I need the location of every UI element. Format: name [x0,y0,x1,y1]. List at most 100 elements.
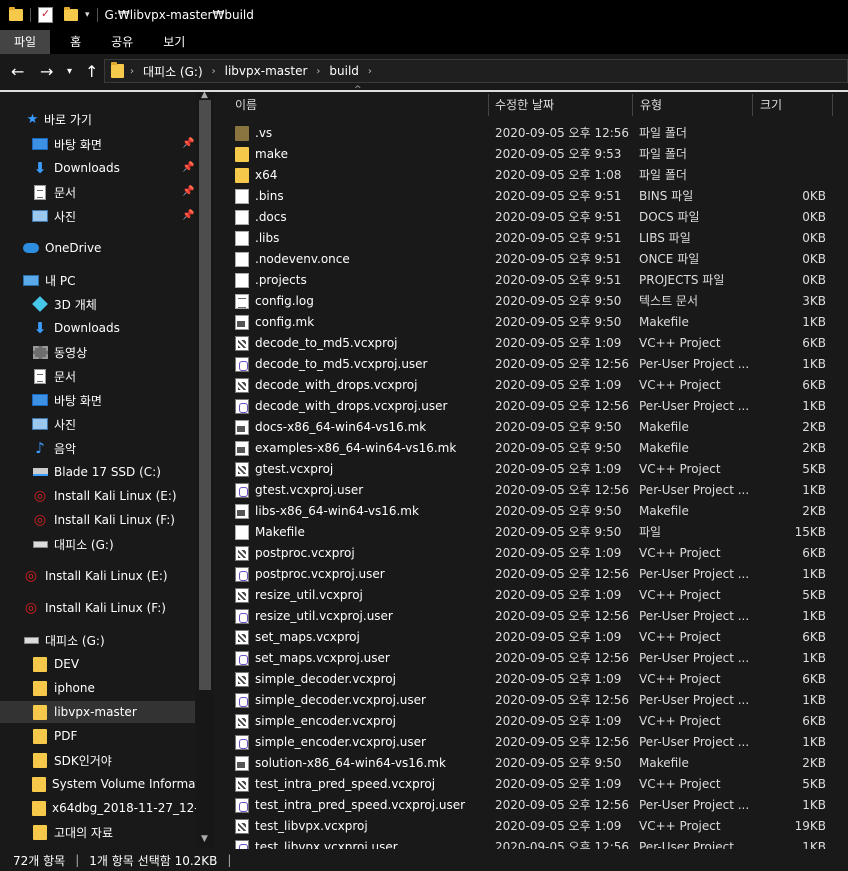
sidebar-item-sdk[interactable]: SDK인거야 [32,749,112,771]
sidebar-item-music[interactable]: ♪ 음악 [32,437,76,459]
file-row[interactable]: simple_decoder.vcxproj 2020-09-05 오후 1:09… [214,669,848,690]
file-row[interactable]: libs-x86_64-win64-vs16.mk 2020-09-05 오후 9… [214,501,848,522]
sidebar-item-libvpx-master[interactable]: libvpx-master [0,701,195,723]
sidebar-item-shelter-g[interactable]: 대피소 (G:) [23,629,105,651]
column-divider[interactable] [488,94,489,116]
tab-view[interactable]: 보기 [149,30,199,54]
column-divider[interactable] [752,94,753,116]
file-row[interactable]: simple_encoder.vcxproj 2020-09-05 오후 1:09… [214,711,848,732]
chevron-right-icon[interactable]: › [316,66,320,77]
chevron-right-icon[interactable]: › [130,66,134,77]
pin-icon[interactable]: 📌 [182,138,194,149]
sidebar-item-desktop[interactable]: 바탕 화면 [32,133,102,155]
recent-locations-chevron-icon[interactable]: ▾ [67,66,72,77]
sidebar-item-drive-f[interactable]: ◎ Install Kali Linux (F:) [32,509,175,531]
file-row[interactable]: decode_to_md5.vcxproj 2020-09-05 오후 1:09 V… [214,333,848,354]
sidebar-item-documents-pc[interactable]: 문서 [32,365,76,387]
file-row[interactable]: .libs 2020-09-05 오후 9:51 LIBS 파일 0KB [214,228,848,249]
file-row[interactable]: .vs 2020-09-05 오후 12:56 파일 폴더 [214,123,848,144]
file-row[interactable]: test_libvpx.vcxproj 2020-09-05 오후 1:09 VC+… [214,816,848,837]
sidebar-item-downloads-pc[interactable]: ⬇ Downloads [32,317,120,339]
pin-icon[interactable]: 📌 [182,162,194,173]
column-type[interactable]: 유형 [640,92,662,118]
scrollbar-thumb[interactable] [199,100,211,690]
column-size[interactable]: 크기 [760,92,782,118]
breadcrumb-libvpx[interactable]: libvpx-master [225,64,308,78]
file-row[interactable]: Makefile 2020-09-05 오후 9:50 파일 15KB [214,522,848,543]
file-row[interactable]: set_maps.vcxproj 2020-09-05 오후 1:09 VC++ P… [214,627,848,648]
file-row[interactable]: set_maps.vcxproj.user 2020-09-05 오후 12:56… [214,648,848,669]
sidebar-item-system-volume[interactable]: System Volume Informatic [32,773,196,795]
file-row[interactable]: postproc.vcxproj 2020-09-05 오후 1:09 VC++ P… [214,543,848,564]
file-row[interactable]: make 2020-09-05 오후 9:53 파일 폴더 [214,144,848,165]
column-name[interactable]: 이름 [235,92,257,118]
new-folder-icon[interactable] [64,7,78,21]
file-row[interactable]: .bins 2020-09-05 오후 9:51 BINS 파일 0KB [214,186,848,207]
tab-file[interactable]: 파일 [0,30,51,54]
chevron-right-icon[interactable]: › [212,66,216,77]
file-row[interactable]: config.mk 2020-09-05 오후 9:50 Makefile 1KB [214,312,848,333]
file-row[interactable]: docs-x86_64-win64-vs16.mk 2020-09-05 오후 9… [214,417,848,438]
tab-home[interactable]: 홈 [56,30,95,54]
file-row[interactable]: .docs 2020-09-05 오후 9:51 DOCS 파일 0KB [214,207,848,228]
sidebar-item-pictures[interactable]: 사진 [32,205,76,227]
sidebar-item-iphone[interactable]: iphone [32,677,95,699]
file-row[interactable]: decode_with_drops.vcxproj.user 2020-09-05… [214,396,848,417]
back-arrow-icon[interactable]: ← [11,62,24,81]
file-row[interactable]: test_intra_pred_speed.vcxproj 2020-09-05 … [214,774,848,795]
file-row[interactable]: examples-x86_64-win64-vs16.mk 2020-09-05 … [214,438,848,459]
sidebar-item-kali-f[interactable]: ◎ Install Kali Linux (F:) [23,597,166,619]
file-row[interactable]: test_intra_pred_speed.vcxproj.user 2020-0… [214,795,848,816]
sidebar-item-pictures-pc[interactable]: 사진 [32,413,76,435]
properties-icon[interactable] [38,7,53,23]
pin-icon[interactable]: 📌 [182,186,194,197]
file-row[interactable]: config.log 2020-09-05 오후 9:50 텍스트 문서 3KB [214,291,848,312]
file-row[interactable]: decode_to_md5.vcxproj.user 2020-09-05 오후 … [214,354,848,375]
scroll-up-icon[interactable]: ▲ [201,90,208,100]
sidebar-item-onedrive[interactable]: OneDrive [23,237,101,259]
breadcrumb-drive[interactable]: 대피소 (G:) [143,63,203,80]
sidebar-item-downloads[interactable]: ⬇ Downloads [32,157,120,179]
sidebar-item-videos[interactable]: 동영상 [32,341,87,363]
file-row[interactable]: .projects 2020-09-05 오후 9:51 PROJECTS 파일 0K… [214,270,848,291]
file-row[interactable]: simple_decoder.vcxproj.user 2020-09-05 오후… [214,690,848,711]
file-row[interactable]: simple_encoder.vcxproj.user 2020-09-05 오후… [214,732,848,753]
file-row[interactable]: gtest.vcxproj 2020-09-05 오후 1:09 VC++ Proj… [214,459,848,480]
column-divider[interactable] [832,94,833,116]
up-arrow-icon[interactable]: ↑ [85,62,98,81]
chevron-right-icon[interactable]: › [368,66,372,77]
file-row[interactable]: gtest.vcxproj.user 2020-09-05 오후 12:56 Per… [214,480,848,501]
sidebar-item-this-pc[interactable]: 내 PC [23,269,75,291]
sidebar-item-quick-access[interactable]: ★ 바로 가기 [26,108,92,130]
sidebar-item-x64dbg[interactable]: x64dbg_2018-11-27_12-4 [32,797,196,819]
sidebar-item-documents[interactable]: 문서 [32,181,76,203]
sidebar-item-3d-objects[interactable]: 3D 개체 [32,293,97,315]
file-size: 1KB [802,693,826,707]
file-row[interactable]: test_libvpx.vcxproj.user 2020-09-05 오후 12… [214,837,848,849]
sidebar-item-desktop-pc[interactable]: 바탕 화면 [32,389,102,411]
column-date[interactable]: 수정한 날짜 [495,92,554,118]
sidebar-item-drive-g[interactable]: 대피소 (G:) [32,533,114,555]
file-row[interactable]: solution-x86_64-win64-vs16.mk 2020-09-05 … [214,753,848,774]
file-row[interactable]: x64 2020-09-05 오후 1:08 파일 폴더 [214,165,848,186]
sidebar-scrollbar[interactable]: ▲ ▼ [196,90,214,849]
sidebar-item-drive-c[interactable]: Blade 17 SSD (C:) [32,461,161,483]
sidebar-item-pdf[interactable]: PDF [32,725,77,747]
sidebar-item-dev[interactable]: DEV [32,653,79,675]
breadcrumb-build[interactable]: build [329,64,359,78]
pin-icon[interactable]: 📌 [182,210,194,221]
file-row[interactable]: .nodevenv.once 2020-09-05 오후 9:51 ONCE 파일 0… [214,249,848,270]
file-row[interactable]: resize_util.vcxproj.user 2020-09-05 오후 12… [214,606,848,627]
sidebar-item-old-data[interactable]: 고대의 자료 [32,821,113,843]
file-row[interactable]: decode_with_drops.vcxproj 2020-09-05 오후 1… [214,375,848,396]
column-divider[interactable] [632,94,633,116]
quick-access-dropdown-icon[interactable]: ▾ [85,10,90,20]
forward-arrow-icon[interactable]: → [40,62,53,81]
sidebar-item-kali-e[interactable]: ◎ Install Kali Linux (E:) [23,565,168,587]
file-row[interactable]: resize_util.vcxproj 2020-09-05 오후 1:09 VC+… [214,585,848,606]
scroll-down-icon[interactable]: ▼ [201,834,208,844]
file-row[interactable]: postproc.vcxproj.user 2020-09-05 오후 12:56… [214,564,848,585]
tab-share[interactable]: 공유 [97,30,147,54]
address-bar[interactable]: › 대피소 (G:) › libvpx-master › build › [104,59,848,83]
sidebar-item-drive-e[interactable]: ◎ Install Kali Linux (E:) [32,485,177,507]
